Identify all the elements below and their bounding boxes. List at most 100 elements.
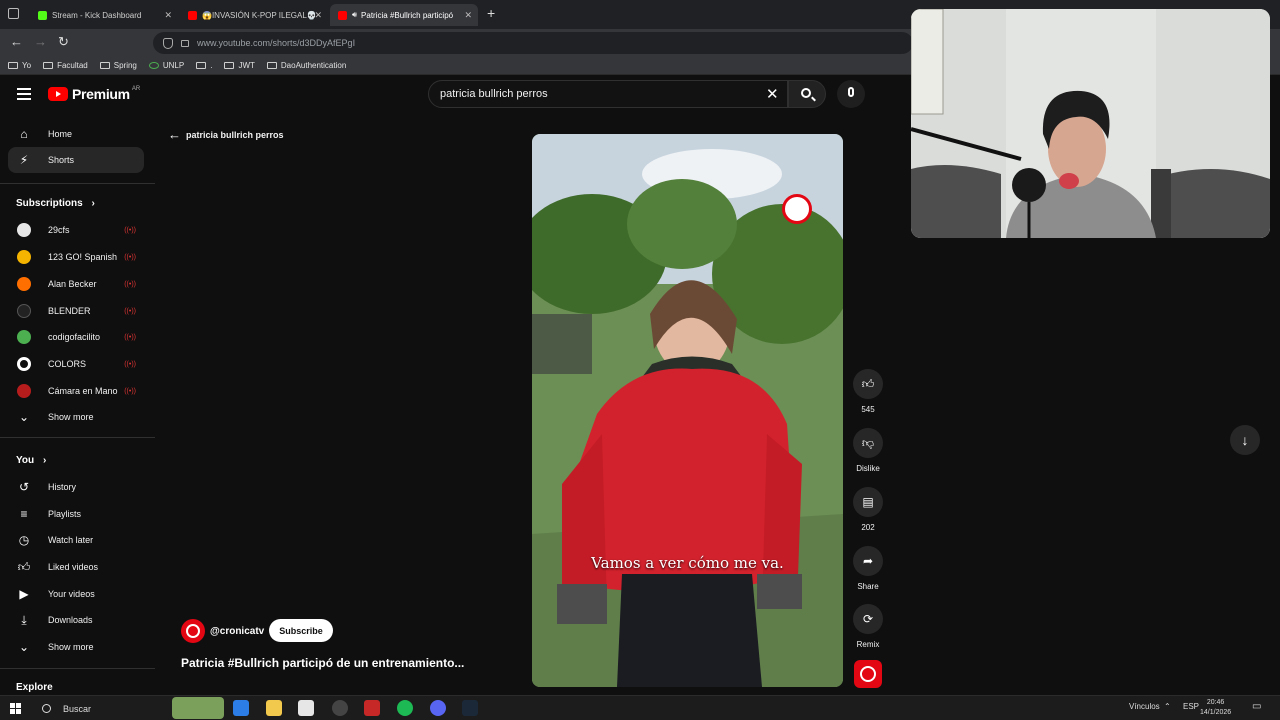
hamburger-menu-icon[interactable] <box>17 88 31 103</box>
channel-avatar[interactable] <box>181 619 205 643</box>
sidebar-sub-codigofacilito[interactable]: codigofacilito ((•)) <box>8 324 144 350</box>
voice-search-button[interactable] <box>837 80 865 108</box>
steam-icon[interactable] <box>462 700 478 716</box>
system-clock[interactable]: 20:46 14/1/2026 <box>1200 698 1231 718</box>
new-tab-icon[interactable]: + <box>487 5 495 21</box>
cronica-watermark-logo <box>782 194 812 224</box>
windows-start-icon[interactable] <box>10 703 21 714</box>
app-icon[interactable] <box>233 700 249 716</box>
clear-search-icon[interactable]: ✕ <box>766 85 779 103</box>
voicemeeter-icon[interactable] <box>364 700 380 716</box>
bookmark-facultad[interactable]: Facultad <box>43 61 88 70</box>
sidebar-item-watch-later[interactable]: ◷ Watch later <box>8 527 144 553</box>
url-text[interactable]: www.youtube.com/shorts/d3DDyAfEPgI <box>197 38 355 48</box>
sidebar-item-home[interactable]: ⌂ Home <box>8 121 144 147</box>
close-tab-icon[interactable]: ✕ <box>164 10 172 21</box>
close-tab-icon[interactable]: ✕ <box>464 10 472 21</box>
dislike-label: Dislike <box>856 464 880 473</box>
show-more-subscriptions[interactable]: ⌄ Show more <box>8 404 144 430</box>
search-button[interactable] <box>788 80 826 108</box>
widgets-icon[interactable] <box>172 697 224 719</box>
next-short-arrow-icon[interactable]: ↓ <box>1230 425 1260 455</box>
subscriptions-heading[interactable]: Subscriptions › <box>16 198 95 209</box>
short-title[interactable]: Patricia #Bullrich participó de un entre… <box>181 656 464 670</box>
subscribe-button[interactable]: Subscribe <box>269 619 333 642</box>
sidebar-item-downloads[interactable]: ⤓ Downloads <box>8 607 144 633</box>
shield-icon[interactable] <box>163 37 173 49</box>
spotify-icon[interactable] <box>397 700 413 716</box>
you-heading[interactable]: You › <box>16 455 46 466</box>
sidebar-item-history[interactable]: ↺ History <box>8 474 144 500</box>
webcam-image <box>911 9 1270 238</box>
like-count: 545 <box>861 405 875 414</box>
remix-label: Remix <box>856 640 880 649</box>
bookmark-spring[interactable]: Spring <box>99 61 137 70</box>
browser-tab-kpop[interactable]: 😱INVASIÓN K-POP ILEGAL💀 ✕ <box>180 4 328 26</box>
browser-tab-active[interactable]: 🔊︎ Patricia #Bullrich participó ✕ <box>330 4 478 26</box>
sidebar-sub-camara-en-mano[interactable]: Cámara en Mano ((•)) <box>8 378 144 404</box>
bookmark-yo[interactable]: Yo <box>8 61 31 70</box>
like-button[interactable]: 👍︎ 545 <box>850 369 886 414</box>
bookmark-label: UNLP <box>162 61 185 70</box>
notepad-icon[interactable] <box>298 700 314 716</box>
short-video-player[interactable]: Vamos a ver cómo me va. <box>532 134 843 687</box>
sidebar-sub-29cfs[interactable]: 29cfs ((•)) <box>8 217 144 243</box>
avatar <box>17 277 31 291</box>
sidebar-sub-123go[interactable]: 123 GO! Spanish ((•)) <box>8 244 144 270</box>
sidebar-item-shorts[interactable]: ⚡︎ Shorts <box>8 147 144 173</box>
show-more-you[interactable]: ⌄ Show more <box>8 634 144 660</box>
reload-icon[interactable]: ↻ <box>58 34 69 50</box>
channel-label: Alan Becker <box>48 279 97 289</box>
discord-icon[interactable] <box>430 700 446 716</box>
sidebar-item-liked-videos[interactable]: 👍︎ Liked videos <box>8 554 144 580</box>
country-code: AR <box>131 86 141 92</box>
divider <box>0 437 155 438</box>
bookmark-unlp[interactable]: UNLP <box>148 61 185 70</box>
search-input[interactable]: patricia bullrich perros <box>428 80 788 108</box>
sidebar-sub-alan-becker[interactable]: Alan Becker ((•)) <box>8 271 144 297</box>
remix-button[interactable]: ⟳ Remix <box>850 604 886 649</box>
sidebar-item-label: Home <box>48 129 73 139</box>
comments-button[interactable]: ▤ 202 <box>850 487 886 532</box>
channel-name[interactable]: @cronicatv <box>210 626 264 637</box>
language-indicator[interactable]: ESP <box>1183 702 1199 711</box>
address-bar[interactable]: www.youtube.com/shorts/d3DDyAfEPgI <box>153 32 913 54</box>
tab-menu-icon[interactable] <box>8 8 19 19</box>
sidebar-item-your-videos[interactable]: ▶︎ Your videos <box>8 581 144 607</box>
avatar <box>17 357 31 371</box>
chevron-right-icon: › <box>91 198 95 209</box>
lock-icon[interactable] <box>181 39 189 47</box>
dislike-button[interactable]: 👎︎ Dislike <box>850 428 886 473</box>
forward-icon[interactable]: → <box>34 34 47 49</box>
back-arrow-icon[interactable]: ← <box>168 127 181 142</box>
folder-icon <box>224 62 235 69</box>
bookmark-daoauthentication[interactable]: DaoAuthentication <box>266 61 346 70</box>
tab-title: Patricia #Bullrich participó <box>361 10 454 20</box>
sidebar-item-label: Liked videos <box>48 562 99 572</box>
notifications-icon[interactable]: ▭ <box>1252 701 1261 712</box>
show-more-label: Show more <box>48 412 94 422</box>
taskbar-search[interactable]: Buscar <box>34 698 169 719</box>
bookmark-dot[interactable]: . <box>196 61 212 70</box>
sidebar-item-playlists[interactable]: ≡ Playlists <box>8 501 144 527</box>
shorts-icon: ⚡︎ <box>19 153 29 167</box>
sidebar-item-label: Shorts <box>48 155 75 165</box>
browser-tab-kick[interactable]: Stream - Kick Dashboard ✕ <box>30 4 178 26</box>
sidebar-sub-colors[interactable]: COLORS ((•)) <box>8 351 144 377</box>
close-tab-icon[interactable]: ✕ <box>314 10 322 21</box>
youtube-premium-logo[interactable]: Premium AR <box>48 86 140 102</box>
browser-icon[interactable] <box>332 700 348 716</box>
bookmark-jwt[interactable]: JWT <box>224 61 255 70</box>
bookmark-label: Yo <box>22 61 32 70</box>
channel-thumbnail-icon[interactable] <box>854 660 882 688</box>
share-button[interactable]: ➦ Share <box>850 546 886 591</box>
back-icon[interactable]: ← <box>10 34 23 49</box>
chevron-up-icon[interactable]: ⌃ <box>1164 702 1171 711</box>
sidebar-sub-blender[interactable]: BLENDER ((•)) <box>8 298 144 324</box>
chevron-down-icon: ⌄ <box>18 640 30 654</box>
search-query-label: patricia bullrich perros <box>186 130 284 140</box>
file-explorer-icon[interactable] <box>266 700 282 716</box>
live-indicator-icon: ((•)) <box>124 307 136 315</box>
tray-links-label[interactable]: Vínculos <box>1129 702 1160 711</box>
channel-label: 123 GO! Spanish <box>48 252 118 262</box>
